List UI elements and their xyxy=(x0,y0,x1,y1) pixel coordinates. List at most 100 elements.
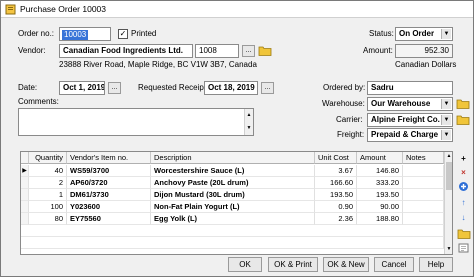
amount-label: Amount: xyxy=(363,46,393,55)
vendor-code-field[interactable]: 1008 xyxy=(195,44,239,58)
cell-description[interactable]: Egg Yolk (L) xyxy=(151,213,315,225)
folder-icon[interactable] xyxy=(258,45,272,56)
comments-scrollbar[interactable]: ▲ ▼ xyxy=(244,109,253,135)
cell-quantity[interactable]: 1 xyxy=(29,189,67,201)
cell-quantity[interactable]: 80 xyxy=(29,213,67,225)
folder-icon[interactable] xyxy=(456,98,470,109)
vendor-label: Vendor: xyxy=(18,46,46,55)
empty-row[interactable] xyxy=(21,237,444,249)
comments-textarea[interactable]: ▲ ▼ xyxy=(18,108,254,136)
app-icon xyxy=(5,4,16,14)
requested-picker-button[interactable]: ... xyxy=(261,82,274,94)
row-selector[interactable]: ▶ xyxy=(21,165,29,177)
warehouse-dropdown[interactable]: Our Warehouse ▼ xyxy=(367,97,453,111)
cell-unit-cost[interactable]: 166.60 xyxy=(315,177,357,189)
ok-button[interactable]: OK xyxy=(228,257,262,272)
add-line-button[interactable]: + xyxy=(456,152,471,165)
scroll-thumb[interactable] xyxy=(446,162,452,190)
cell-notes[interactable] xyxy=(403,165,444,177)
printed-checkbox[interactable]: ✓ xyxy=(118,29,128,39)
arrow-up-icon: ↑ xyxy=(461,198,466,207)
requested-receipt-field[interactable]: Oct 18, 2019 xyxy=(204,81,258,95)
carrier-dropdown[interactable]: Alpine Freight Co. ▼ xyxy=(367,113,453,127)
cell-amount[interactable]: 193.50 xyxy=(357,189,403,201)
freight-dropdown[interactable]: Prepaid & Charge ▼ xyxy=(367,128,453,142)
folder-icon[interactable] xyxy=(457,228,471,239)
date-field[interactable]: Oct 1, 2019 xyxy=(59,81,105,95)
col-header-unit-cost[interactable]: Unit Cost xyxy=(315,152,357,164)
cell-description[interactable]: Worcestershire Sauce (L) xyxy=(151,165,315,177)
col-header-vendor-item[interactable]: Vendor's Item no. xyxy=(67,152,151,164)
move-up-button[interactable]: ↑ xyxy=(456,196,471,209)
help-button[interactable]: Help xyxy=(419,257,453,272)
cell-unit-cost[interactable]: 2.36 xyxy=(315,213,357,225)
row-selector[interactable] xyxy=(21,189,29,201)
cell-description[interactable]: Anchovy Paste (20L drum) xyxy=(151,177,315,189)
scroll-down-icon[interactable]: ▼ xyxy=(445,245,452,254)
chevron-down-icon: ▼ xyxy=(441,29,451,39)
attachment-icon[interactable] xyxy=(458,243,469,253)
cell-unit-cost[interactable]: 3.67 xyxy=(315,165,357,177)
freight-value: Prepaid & Charge xyxy=(371,130,439,139)
cell-quantity[interactable]: 100 xyxy=(29,201,67,213)
cell-unit-cost[interactable]: 193.50 xyxy=(315,189,357,201)
cell-vendor-item[interactable]: WS59/3700 xyxy=(67,165,151,177)
grid-scrollbar[interactable]: ▲ ▼ xyxy=(444,152,452,254)
purchase-order-window: Purchase Order 10003 Order no.: 10003 ✓ … xyxy=(0,0,474,277)
comments-label: Comments: xyxy=(18,97,59,106)
cancel-button[interactable]: Cancel xyxy=(374,257,414,272)
status-dropdown[interactable]: On Order ▼ xyxy=(395,27,453,41)
cell-quantity[interactable]: 40 xyxy=(29,165,67,177)
cell-amount[interactable]: 333.20 xyxy=(357,177,403,189)
ok-new-button[interactable]: OK & New xyxy=(323,257,369,272)
cell-amount[interactable]: 90.00 xyxy=(357,201,403,213)
cell-quantity[interactable]: 2 xyxy=(29,177,67,189)
cell-vendor-item[interactable]: AP60/3720 xyxy=(67,177,151,189)
date-picker-button[interactable]: ... xyxy=(108,82,121,94)
cell-notes[interactable] xyxy=(403,201,444,213)
cell-notes[interactable] xyxy=(403,177,444,189)
cell-unit-cost[interactable]: 0.90 xyxy=(315,201,357,213)
col-header-notes[interactable]: Notes xyxy=(403,152,444,164)
chevron-down-icon: ▼ xyxy=(441,115,451,125)
cell-description[interactable]: Dijon Mustard (30L drum) xyxy=(151,189,315,201)
vendor-lookup-ellipsis: ... xyxy=(245,47,252,54)
move-down-button[interactable]: ↓ xyxy=(456,211,471,224)
row-selector[interactable] xyxy=(21,177,29,189)
cell-notes[interactable] xyxy=(403,213,444,225)
cell-vendor-item[interactable]: EY75560 xyxy=(67,213,151,225)
empty-row[interactable] xyxy=(21,225,444,237)
folder-icon[interactable] xyxy=(456,114,470,125)
cell-amount[interactable]: 146.80 xyxy=(357,165,403,177)
title-bar: Purchase Order 10003 xyxy=(1,1,473,18)
col-header-description[interactable]: Description xyxy=(151,152,315,164)
ok-print-button[interactable]: OK & Print xyxy=(268,257,318,272)
cell-amount[interactable]: 188.80 xyxy=(357,213,403,225)
chevron-down-icon: ▼ xyxy=(441,99,451,109)
ordered-by-field[interactable]: Sadru xyxy=(367,81,453,95)
status-value: On Order xyxy=(399,29,435,38)
vendor-name-field[interactable]: Canadian Food Ingredients Ltd. xyxy=(59,44,193,58)
cell-vendor-item[interactable]: Y023600 xyxy=(67,201,151,213)
cell-description[interactable]: Non-Fat Plain Yogurt (L) xyxy=(151,201,315,213)
delete-icon: × xyxy=(461,168,466,177)
row-selector[interactable] xyxy=(21,213,29,225)
amount-field: 952.30 xyxy=(395,44,453,58)
order-no-label: Order no.: xyxy=(18,29,55,38)
col-header-quantity[interactable]: Quantity xyxy=(29,152,67,164)
cell-vendor-item[interactable]: DM61/3730 xyxy=(67,189,151,201)
window-title: Purchase Order 10003 xyxy=(20,4,106,14)
vendor-lookup-button[interactable]: ... xyxy=(242,45,255,57)
ordered-by-label: Ordered by: xyxy=(323,83,366,92)
line-items-grid: Quantity Vendor's Item no. Description U… xyxy=(20,151,453,255)
delete-line-button[interactable]: × xyxy=(456,166,471,179)
date-picker-ellipsis: ... xyxy=(111,84,118,91)
scroll-up-icon[interactable]: ▲ xyxy=(445,152,452,161)
cell-notes[interactable] xyxy=(403,189,444,201)
order-no-field[interactable]: 10003 xyxy=(59,27,111,41)
insert-line-button[interactable] xyxy=(456,181,471,194)
carrier-label: Carrier: xyxy=(336,115,363,124)
vendor-address: 23888 River Road, Maple Ridge, BC V1W 3B… xyxy=(59,60,257,69)
row-selector[interactable] xyxy=(21,201,29,213)
col-header-amount[interactable]: Amount xyxy=(357,152,403,164)
